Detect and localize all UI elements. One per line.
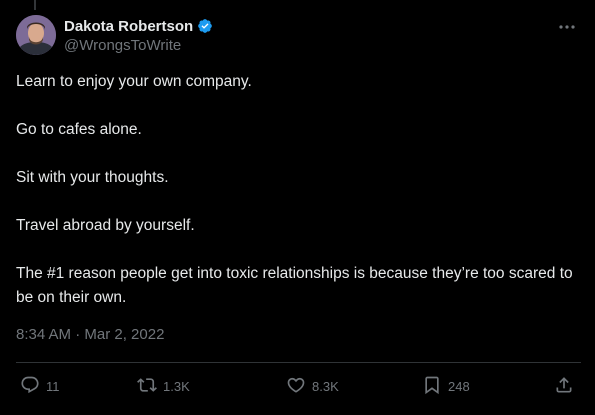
action-bar: 11 1.3K 8.3K 248 xyxy=(16,372,581,400)
like-count: 8.3K xyxy=(312,378,339,394)
more-horizontal-icon[interactable] xyxy=(555,17,579,37)
retweet-icon xyxy=(137,375,157,398)
tweet-paragraph: Sit with your thoughts. xyxy=(16,169,169,186)
tweet-paragraph: Go to cafes alone. xyxy=(16,121,142,138)
divider xyxy=(16,362,581,363)
reply-count: 11 xyxy=(46,378,60,394)
avatar[interactable] xyxy=(16,15,56,55)
reply-icon xyxy=(20,375,40,398)
tweet-text: Learn to enjoy your own company. Go to c… xyxy=(16,70,576,334)
share-icon xyxy=(554,375,574,398)
bookmark-icon xyxy=(422,375,442,398)
author-names: Dakota Robertson @WrongsToWrite xyxy=(64,16,213,54)
tweet-paragraph: Learn to enjoy your own company. xyxy=(16,73,252,90)
tweet-paragraph: The #1 reason people get into toxic rela… xyxy=(16,265,573,306)
like-button[interactable]: 8.3K xyxy=(286,372,339,400)
retweet-count: 1.3K xyxy=(163,378,190,394)
author-handle[interactable]: @WrongsToWrite xyxy=(64,37,213,54)
author-display-name[interactable]: Dakota Robertson xyxy=(64,18,193,35)
tweet-header: Dakota Robertson @WrongsToWrite xyxy=(16,15,581,57)
thread-connector-line xyxy=(34,0,36,10)
heart-icon xyxy=(286,375,306,398)
tweet-paragraph: Travel abroad by yourself. xyxy=(16,217,195,234)
share-button[interactable] xyxy=(554,372,574,400)
bookmark-count: 248 xyxy=(448,378,470,394)
tweet-timestamp[interactable]: 8:34 AM · Mar 2, 2022 xyxy=(16,326,164,343)
reply-button[interactable]: 11 xyxy=(20,372,60,400)
retweet-button[interactable]: 1.3K xyxy=(137,372,190,400)
verified-badge-icon xyxy=(197,18,213,34)
bookmark-button[interactable]: 248 xyxy=(422,372,470,400)
